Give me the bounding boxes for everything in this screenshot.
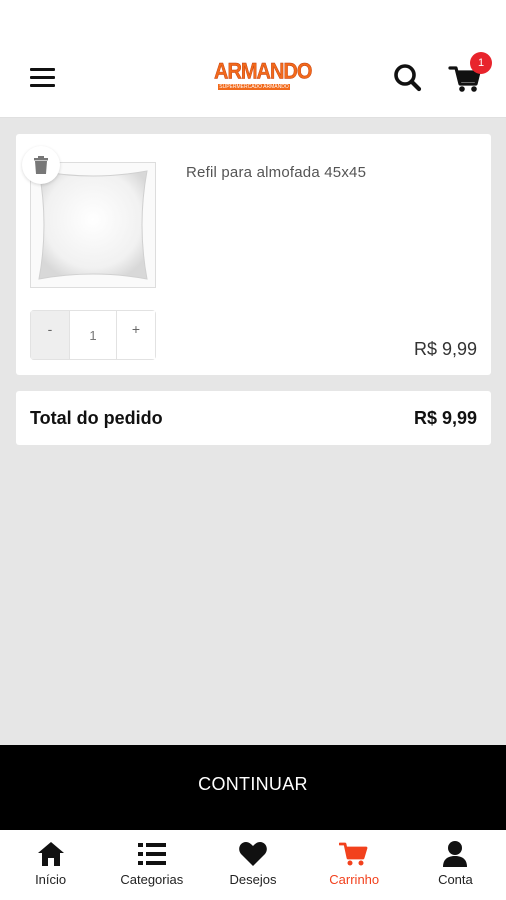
nav-label-account: Conta xyxy=(438,872,473,887)
brand-logo[interactable]: ARMANDO SUPERMERCADO ARMANDO xyxy=(214,59,313,93)
product-name[interactable]: Refil para almofada 45x45 xyxy=(186,164,366,181)
cart-count-badge: 1 xyxy=(470,52,492,74)
heart-icon xyxy=(202,840,303,870)
item-price: R$ 9,99 xyxy=(413,339,477,359)
bottom-navigation: Início Categorias Desejos Carrinho Conta xyxy=(0,830,506,900)
menu-icon[interactable] xyxy=(22,62,62,94)
nav-label-categories: Categorias xyxy=(120,872,184,887)
quantity-stepper: - 1 + xyxy=(30,310,156,360)
order-total-value: R$ 9,99 xyxy=(413,408,477,428)
increase-quantity-button[interactable]: + xyxy=(117,311,155,359)
nav-label-wishlist: Desejos xyxy=(229,872,277,887)
nav-label-cart: Carrinho xyxy=(329,872,380,887)
nav-item-categories[interactable]: Categorias xyxy=(101,830,202,900)
nav-item-wishlist[interactable]: Desejos xyxy=(202,830,303,900)
nav-item-home[interactable]: Início xyxy=(0,830,101,900)
cart-item: Refil para almofada 45x45 - 1 + R$ 9,99 xyxy=(16,134,491,375)
cart-icon xyxy=(304,840,405,870)
nav-item-cart[interactable]: Carrinho xyxy=(304,830,405,900)
home-icon xyxy=(0,840,101,870)
app-header: ARMANDO SUPERMERCADO ARMANDO 1 xyxy=(0,40,506,118)
nav-item-account[interactable]: Conta xyxy=(405,830,506,900)
list-icon xyxy=(101,840,202,870)
quantity-value[interactable]: 1 xyxy=(69,311,117,359)
brand-logo-tagline: SUPERMERCADO ARMANDO xyxy=(218,84,290,90)
nav-label-home: Início xyxy=(35,872,67,887)
order-total-card: Total do pedido R$ 9,99 xyxy=(16,391,491,445)
search-icon[interactable] xyxy=(390,60,426,96)
status-bar xyxy=(0,0,506,40)
brand-logo-text: ARMANDO xyxy=(214,59,313,85)
continue-button[interactable]: CONTINUAR xyxy=(0,745,506,830)
order-total-label: Total do pedido xyxy=(30,408,163,428)
decrease-quantity-button[interactable]: - xyxy=(31,311,69,359)
trash-icon xyxy=(34,156,48,174)
delete-item-button[interactable] xyxy=(22,146,60,184)
user-icon xyxy=(405,840,506,870)
